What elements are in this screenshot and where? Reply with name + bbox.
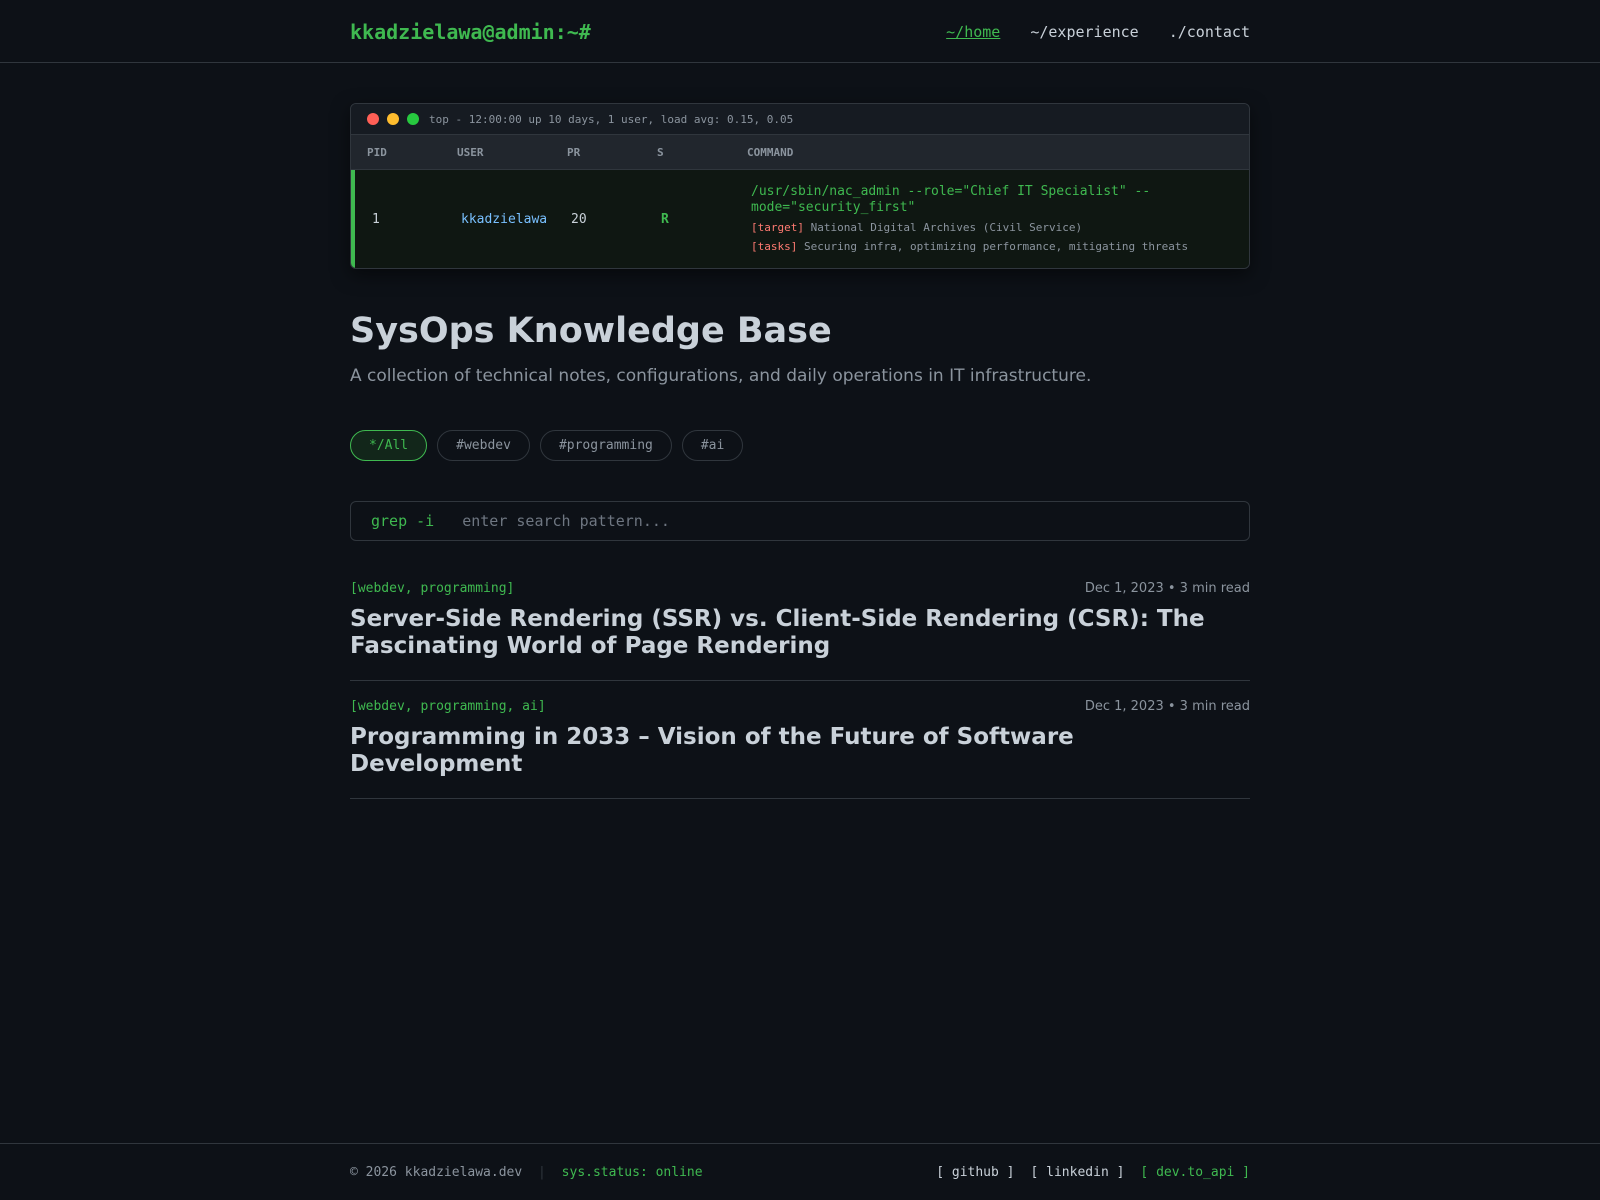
nav-contact-link[interactable]: ./contact [1169, 23, 1250, 41]
terminal-title-bar: top - 12:00:00 up 10 days, 1 user, load … [351, 104, 1249, 135]
process-pid: 1 [372, 211, 380, 227]
post-date: Dec 1, 2023 • 3 min read [1084, 581, 1250, 596]
footer-inner: © 2026 kkadzielawa.dev | sys.status: onl… [350, 1144, 1250, 1200]
page-title: SysOps Knowledge Base [350, 311, 832, 351]
nav-home-link[interactable]: ~/home [946, 23, 1000, 41]
post-date: Dec 1, 2023 • 3 min read [1084, 699, 1250, 714]
post-tags: [webdev, programming] [350, 581, 515, 596]
terminal-title: top - 12:00:00 up 10 days, 1 user, load … [429, 112, 794, 126]
column-s: S [657, 145, 664, 159]
column-command: COMMAND [747, 145, 794, 159]
process-row: 1 kkadzielawa 20 R /usr/sbin/nac_admin -… [351, 170, 1249, 268]
post-tags: [webdev, programming, ai] [350, 699, 546, 714]
page-subtitle: A collection of technical notes, configu… [350, 366, 1092, 386]
command-target: [target] National Digital Archives (Civi… [751, 220, 1229, 235]
process-state: R [661, 211, 669, 227]
nav-experience-link[interactable]: ~/experience [1030, 23, 1138, 41]
search-prefix: grep -i [371, 512, 435, 530]
column-pid: PID [367, 145, 387, 159]
footer-links: [ github ] [ linkedin ] [ dev.to_api ] [936, 1165, 1250, 1180]
search-bar: grep -i [350, 501, 1250, 541]
minimize-dot-icon [387, 113, 399, 125]
copyright-text: © 2026 kkadzielawa.dev [350, 1164, 523, 1180]
post-list: [webdev, programming] Dec 1, 2023 • 3 mi… [350, 581, 1250, 799]
devto-api-link[interactable]: [ dev.to_api ] [1140, 1165, 1250, 1180]
target-tag: [target] [751, 221, 804, 234]
post-title-link[interactable]: Programming in 2033 – Vision of the Futu… [350, 724, 1250, 778]
process-table-header: PID USER PR S COMMAND [351, 135, 1249, 170]
footer-left: © 2026 kkadzielawa.dev | sys.status: onl… [350, 1165, 703, 1180]
post-title-link[interactable]: Server-Side Rendering (SSR) vs. Client-S… [350, 606, 1250, 660]
column-pr: PR [567, 145, 581, 159]
search-input[interactable] [462, 512, 1249, 530]
maximize-dot-icon [407, 113, 419, 125]
command-line: /usr/sbin/nac_admin --role="Chief IT Spe… [751, 184, 1151, 215]
tag-filters: */All #webdev #programming #ai [350, 430, 1250, 461]
main-nav: ~/home ~/experience ./contact [946, 23, 1250, 41]
post-meta: [webdev, programming, ai] Dec 1, 2023 • … [350, 699, 1250, 714]
filter-webdev-chip[interactable]: #webdev [437, 430, 530, 461]
filter-ai-chip[interactable]: #ai [681, 430, 744, 461]
system-status: sys.status: online [561, 1164, 703, 1180]
main-content: top - 12:00:00 up 10 days, 1 user, load … [350, 103, 1250, 799]
github-link[interactable]: [ github ] [936, 1165, 1014, 1180]
process-priority: 20 [571, 211, 587, 227]
header-inner: kkadzielawa@admin:~# ~/home ~/experience… [350, 0, 1250, 63]
process-command: /usr/sbin/nac_admin --role="Chief IT Spe… [751, 184, 1249, 254]
filter-programming-chip[interactable]: #programming [539, 430, 672, 461]
process-user: kkadzielawa [461, 211, 548, 227]
post-item[interactable]: [webdev, programming, ai] Dec 1, 2023 • … [350, 699, 1250, 799]
command-tasks: [tasks] Securing infra, optimizing perfo… [751, 239, 1229, 254]
close-dot-icon [367, 113, 379, 125]
site-logo[interactable]: kkadzielawa@admin:~# [350, 20, 591, 44]
tasks-tag: [tasks] [751, 240, 798, 253]
linkedin-link[interactable]: [ linkedin ] [1031, 1165, 1125, 1180]
footer-separator: | [538, 1164, 546, 1180]
filter-all-chip[interactable]: */All [350, 430, 428, 461]
site-footer: © 2026 kkadzielawa.dev | sys.status: onl… [0, 1143, 1600, 1200]
post-item[interactable]: [webdev, programming] Dec 1, 2023 • 3 mi… [350, 581, 1250, 681]
target-value: National Digital Archives (Civil Service… [810, 221, 1083, 234]
terminal-window: top - 12:00:00 up 10 days, 1 user, load … [350, 103, 1250, 269]
site-header: kkadzielawa@admin:~# ~/home ~/experience… [0, 0, 1600, 63]
post-meta: [webdev, programming] Dec 1, 2023 • 3 mi… [350, 581, 1250, 596]
column-user: USER [457, 145, 484, 159]
tasks-value: Securing infra, optimizing performance, … [803, 240, 1189, 253]
